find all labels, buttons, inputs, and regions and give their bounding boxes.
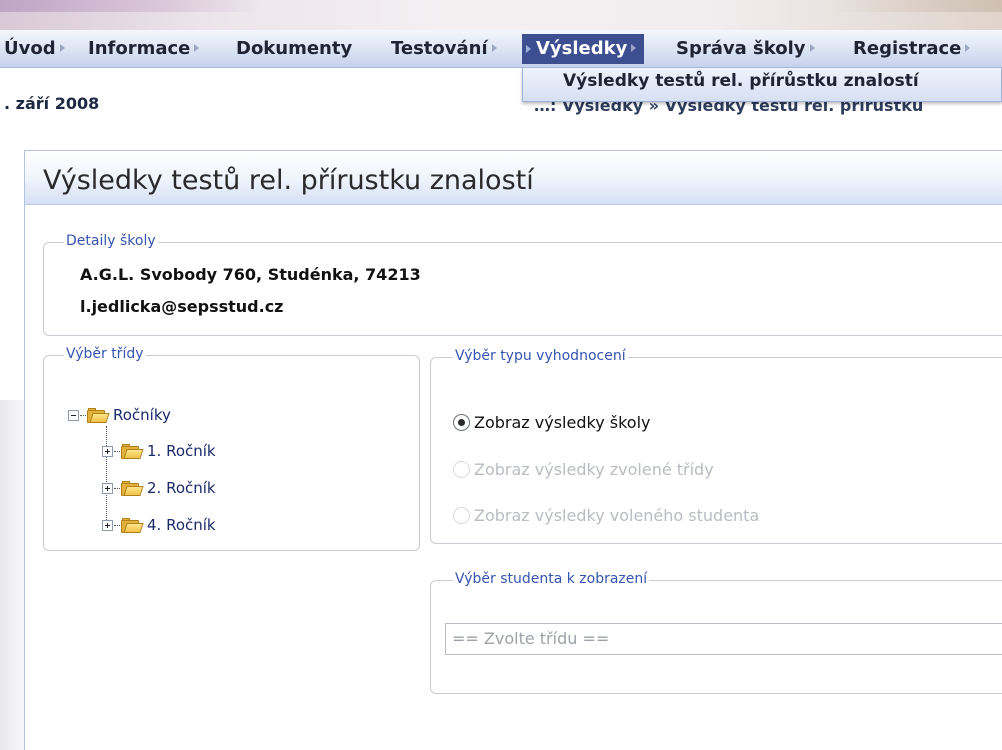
radio-option-class: Zobraz výsledky zvolené třídy [453,460,714,479]
tree-node-label: Ročníky [113,406,171,424]
menu-item-dokumenty[interactable]: Dokumenty [236,38,352,60]
school-email: l.jedlicka@sepsstud.cz [80,297,284,316]
student-select-legend: Výběr studenta k zobrazení [453,571,650,587]
school-address: A.G.L. Svobody 760, Studénka, 74213 [80,265,421,284]
current-date: . září 2008 [4,94,100,113]
expand-icon[interactable] [102,445,113,457]
results-panel: Výsledky testů rel. přírustku znalostí D… [24,150,1002,750]
radio-button [453,461,470,478]
folder-open-icon [87,407,110,424]
school-details-legend: Detaily školy [64,233,158,249]
main-menu: Úvod Informace Dokumenty Testování Výsle… [0,30,1002,68]
radio-button[interactable] [453,414,470,431]
class-select-box: Výběr třídy Ročníky 1. Ročník 2. Ročník … [43,346,420,551]
menu-item-label: Registrace [853,38,962,59]
menu-separator-icon [194,44,200,52]
radio-option-school[interactable]: Zobraz výsledky školy [453,413,650,432]
left-edge-shade [0,400,24,750]
expand-icon[interactable] [102,519,113,531]
radio-label: Zobraz výsledky voleného studenta [474,506,760,525]
evaluation-type-box: Výběr typu vyhodnocení Zobraz výsledky š… [430,348,1002,544]
radio-button [453,507,470,524]
menu-item-label: Informace [88,38,191,59]
menu-item-uvod[interactable]: Úvod [4,38,65,60]
menu-separator-icon [491,44,497,52]
tree-dots [114,487,120,489]
menu-separator-icon [809,44,815,52]
menu-item-label: Úvod [4,38,56,59]
dropdown-item-vysledky-testu[interactable]: Výsledky testů rel. přírůstku znalostí [563,71,919,91]
tree-node-rocniky[interactable]: Ročníky [68,406,171,424]
tree-dots [114,450,120,452]
menu-item-label: Správa školy [676,38,806,59]
vysledky-dropdown-menu: Výsledky testů rel. přírůstku znalostí [522,68,1002,102]
tree-node-label: 4. Ročník [147,516,216,534]
collapse-icon[interactable] [68,409,79,421]
tree-node-label: 2. Ročník [147,479,216,497]
folder-open-icon [121,480,144,497]
menu-item-label: Testování [391,38,488,59]
student-select-box: Výběr studenta k zobrazení == Zvolte tří… [430,571,1002,694]
folder-open-icon [121,517,144,534]
tree-node-label: 1. Ročník [147,442,216,460]
panel-header: Výsledky testů rel. přírustku znalostí [25,151,1002,205]
menu-item-label: Výsledky [536,38,628,59]
top-banner [0,0,1002,30]
folder-open-icon [121,443,144,460]
class-select-legend: Výběr třídy [64,346,146,362]
menu-separator-icon [59,44,65,52]
menu-arrow-icon [526,45,531,53]
menu-item-sprava-skoly[interactable]: Správa školy [676,38,815,60]
tree-node-rocnik-4[interactable]: 4. Ročník [102,516,216,534]
menu-item-registrace[interactable]: Registrace [853,38,971,60]
menu-separator-icon [631,44,637,52]
evaluation-type-legend: Výběr typu vyhodnocení [453,348,628,364]
tree-node-rocnik-2[interactable]: 2. Ročník [102,479,216,497]
tree-dots [114,524,120,526]
menu-item-informace[interactable]: Informace [88,38,200,60]
menu-item-testovani[interactable]: Testování [391,38,497,60]
radio-option-student: Zobraz výsledky voleného studenta [453,506,759,525]
menu-separator-icon [965,44,971,52]
student-select-dropdown[interactable]: == Zvolte třídu == [445,623,1002,655]
expand-icon[interactable] [102,482,113,494]
radio-label: Zobraz výsledky školy [474,413,651,432]
banner-art-right [832,0,1002,12]
tree-node-rocnik-1[interactable]: 1. Ročník [102,442,216,460]
page-title: Výsledky testů rel. přírustku znalostí [43,165,534,196]
menu-item-vysledky[interactable]: Výsledky [522,34,645,64]
school-details-box: Detaily školy A.G.L. Svobody 760, Studén… [43,233,1002,336]
tree-dots [80,414,86,416]
radio-label: Zobraz výsledky zvolené třídy [474,460,714,479]
menu-item-label: Dokumenty [236,38,353,59]
banner-art-left [0,0,260,12]
